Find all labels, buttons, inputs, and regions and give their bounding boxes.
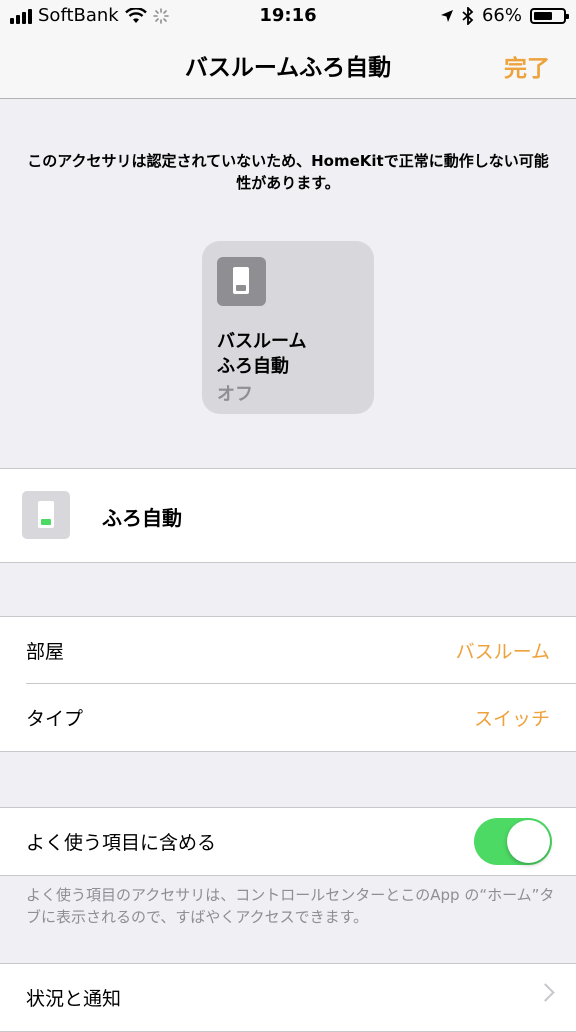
favorites-toggle[interactable] xyxy=(474,818,552,865)
type-row[interactable]: タイプ スイッチ xyxy=(0,684,576,751)
favorites-label: よく使う項目に含める xyxy=(26,832,217,854)
chevron-right-icon xyxy=(536,983,555,1002)
tile-state: オフ xyxy=(217,384,253,405)
service-name: ふろ自動 xyxy=(102,506,182,530)
battery-level xyxy=(534,11,553,20)
room-row[interactable]: 部屋 バスルーム xyxy=(0,617,576,684)
certification-warning: このアクセサリは認定されていないため、HomeKitで正常に動作しない可能性があ… xyxy=(27,152,549,192)
tile-name-line2: ふろ自動 xyxy=(217,356,289,377)
switch-icon xyxy=(217,257,266,306)
location-arrow-icon xyxy=(440,9,453,22)
room-label: 部屋 xyxy=(26,641,65,663)
status-right: 66% xyxy=(440,5,569,26)
type-label: タイプ xyxy=(26,708,84,730)
toggle-knob xyxy=(507,820,550,863)
status-notifications-label: 状況と通知 xyxy=(26,988,122,1010)
accessory-tile[interactable]: バスルーム ふろ自動 オフ xyxy=(202,241,374,414)
type-value[interactable]: スイッチ xyxy=(474,704,550,731)
bluetooth-icon xyxy=(462,6,474,25)
room-value[interactable]: バスルーム xyxy=(456,637,550,664)
favorites-group: よく使う項目に含める xyxy=(0,807,576,876)
tile-name: バスルーム ふろ自動 xyxy=(217,329,306,379)
switch-on-icon xyxy=(22,491,70,539)
favorites-row: よく使う項目に含める xyxy=(0,808,576,875)
favorites-footnote: よく使う項目のアクセサリは、コントロールセンターとこのApp の“ホーム”タブに… xyxy=(26,886,555,926)
battery-icon xyxy=(530,7,569,24)
service-group[interactable]: ふろ自動 xyxy=(0,468,576,563)
status-notifications-group: 状況と通知 xyxy=(0,963,576,1032)
tile-name-line1: バスルーム xyxy=(217,331,307,352)
details-group: 部屋 バスルーム タイプ スイッチ xyxy=(0,616,576,752)
done-button[interactable]: 完了 xyxy=(504,49,550,83)
navigation-bar: バスルームふろ自動 完了 xyxy=(0,34,576,99)
status-bar: SoftBank 19:16 66% xyxy=(0,0,576,34)
page-title: バスルームふろ自動 xyxy=(184,55,392,81)
status-notifications-row[interactable]: 状況と通知 xyxy=(0,964,576,1031)
battery-percent: 66% xyxy=(481,5,522,26)
